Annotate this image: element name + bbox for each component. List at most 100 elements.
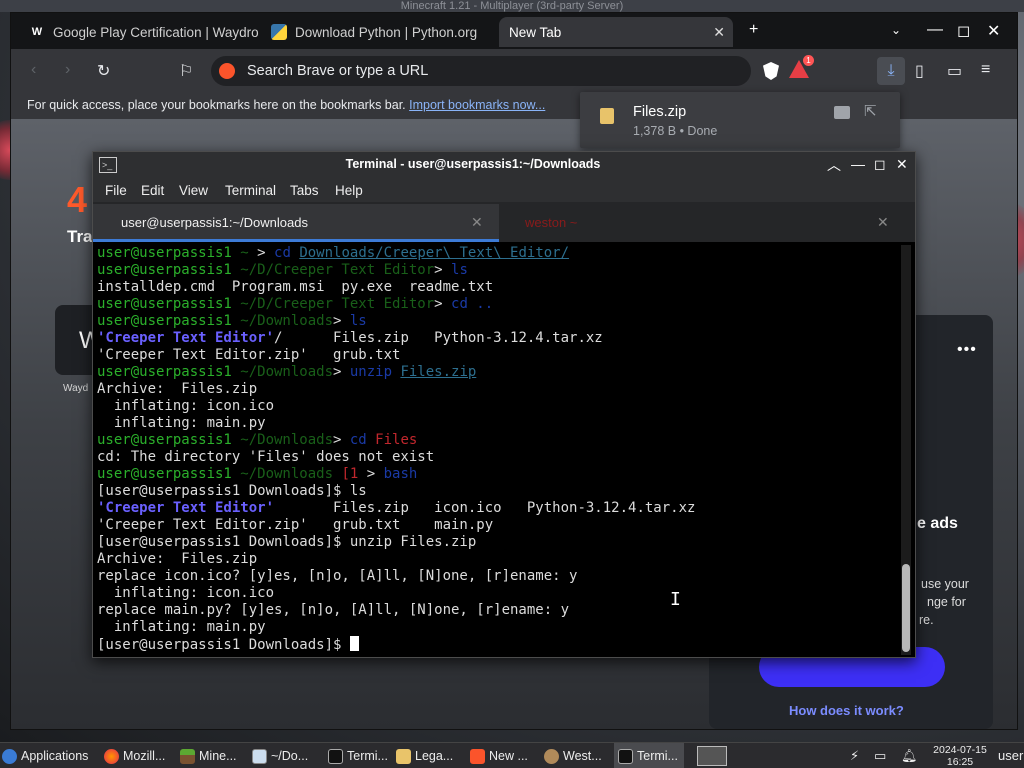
- terminal-scrollbar-thumb[interactable]: [902, 564, 910, 652]
- terminal-text-segment: cd: [349, 432, 376, 448]
- taskbar-item-terminal-active[interactable]: Termi...: [614, 743, 684, 768]
- browser-tab-google-play[interactable]: W Google Play Certification | Waydro: [19, 17, 259, 47]
- taskbar-item-firefox[interactable]: Mozill...: [104, 743, 165, 768]
- more-options-icon[interactable]: •••: [957, 341, 977, 359]
- partial-heading: 4: [67, 179, 88, 220]
- menu-icon[interactable]: ≡: [981, 61, 990, 79]
- taskbar-item-terminal-group[interactable]: Termi...: [328, 743, 388, 768]
- terminal-line: [user@userpassis1 Downloads]$ ls: [97, 483, 897, 500]
- terminal-line: user@userpassis1 ~/Downloads [1 > bash: [97, 466, 897, 483]
- terminal-text-segment: user@userpassis1: [97, 432, 232, 448]
- minecraft-icon: [180, 748, 195, 764]
- close-terminal-tab-icon[interactable]: ✕: [877, 214, 889, 231]
- terminal-text-segment: user@userpassis1: [97, 466, 232, 482]
- taskbar-item-legacy[interactable]: Lega...: [396, 743, 453, 768]
- clock-time: 16:25: [946, 756, 974, 768]
- menu-edit[interactable]: Edit: [141, 183, 164, 198]
- terminal-line: 'Creeper Text Editor'/ Files.zip Python-…: [97, 330, 897, 347]
- terminal-line: cd: The directory 'Files' does not exist: [97, 449, 897, 466]
- zip-file-icon: [600, 108, 614, 124]
- terminal-line: Archive: Files.zip: [97, 551, 897, 568]
- terminal-line: 'Creeper Text Editor.zip' grub.txt: [97, 347, 897, 364]
- menu-view[interactable]: View: [179, 183, 208, 198]
- battery-icon[interactable]: ▭: [874, 748, 886, 764]
- terminal-tab-label: weston ~: [525, 215, 578, 230]
- tab-search-chevron-icon[interactable]: ⌄: [891, 23, 901, 37]
- brave-shields-icon[interactable]: [763, 62, 779, 80]
- menu-help[interactable]: Help: [335, 183, 363, 198]
- reload-icon[interactable]: ↻: [97, 61, 110, 81]
- address-bar[interactable]: Search Brave or type a URL: [211, 56, 751, 86]
- terminal-output[interactable]: user@userpassis1 ~ > cd Downloads/Creepe…: [97, 245, 897, 655]
- taskbar-label: Mozill...: [123, 749, 166, 763]
- back-icon[interactable]: ‹: [31, 61, 36, 79]
- terminal-text-segment: ~/Downloads: [231, 466, 342, 482]
- taskbar-item-editor[interactable]: ~/Do...: [252, 743, 308, 768]
- bookmark-icon[interactable]: ⚐: [179, 61, 193, 81]
- import-bookmarks-link[interactable]: Import bookmarks now...: [409, 98, 545, 112]
- network-disconnected-icon[interactable]: ⚡: [850, 748, 859, 764]
- clock[interactable]: 2024-07-15 16:25: [930, 744, 990, 768]
- terminal-text-segment: 'Creeper Text Editor': [97, 500, 275, 516]
- terminal-tab-weston[interactable]: weston ~ ✕: [499, 204, 915, 242]
- taskbar-label: Lega...: [415, 749, 454, 763]
- terminal-text-segment: 'Creeper Text Editor.zip' grub.txt: [97, 347, 401, 363]
- terminal-titlebar[interactable]: >_ Terminal - user@userpassis1:~/Downloa…: [93, 152, 915, 178]
- close-window-icon[interactable]: ✕: [987, 21, 1000, 41]
- partial-subheading: Tra: [67, 227, 93, 246]
- browser-tab-new-tab[interactable]: New Tab ✕: [499, 17, 733, 47]
- background-window-title: Minecraft 1.21 - Multiplayer (3rd-party …: [400, 0, 624, 12]
- weston-icon: [544, 748, 559, 764]
- menu-file[interactable]: File: [105, 183, 127, 198]
- close-tab-icon[interactable]: ✕: [713, 24, 725, 41]
- terminal-text-segment: >: [257, 245, 275, 261]
- terminal-text-segment: inflating: main.py: [97, 619, 266, 635]
- notifications-bell-icon[interactable]: 🔔︎: [901, 748, 918, 764]
- rewards-panel-text-3: re.: [919, 613, 934, 627]
- terminal-line: user@userpassis1 ~/Downloads> cd Files: [97, 432, 897, 449]
- menu-tabs[interactable]: Tabs: [290, 183, 319, 198]
- taskbar-item-minecraft[interactable]: Mine...: [180, 743, 237, 768]
- user-menu[interactable]: user: [998, 748, 1023, 763]
- terminal-minimize-icon[interactable]: —: [851, 156, 865, 172]
- terminal-text-segment: [user@userpassis1 Downloads]$ ls: [97, 483, 367, 499]
- browser-tab-python[interactable]: Download Python | Python.org: [261, 17, 501, 47]
- terminal-maximize-icon[interactable]: ◻: [874, 156, 886, 173]
- workspace-switcher[interactable]: [697, 746, 727, 766]
- taskbar-item-brave[interactable]: New ...: [470, 743, 528, 768]
- maximize-icon[interactable]: ◻: [957, 21, 970, 41]
- sidebar-icon[interactable]: ▯: [915, 61, 924, 81]
- terminal-line: inflating: main.py: [97, 619, 897, 636]
- terminal-text-segment: [user@userpassis1 Downloads]$: [97, 637, 350, 653]
- address-bar-placeholder: Search Brave or type a URL: [247, 63, 429, 79]
- menu-terminal[interactable]: Terminal: [225, 183, 276, 198]
- how-does-it-work-link[interactable]: How does it work?: [789, 703, 904, 718]
- download-item-popup[interactable]: Files.zip 1,378 B • Done ⇱: [580, 92, 900, 148]
- close-terminal-tab-icon[interactable]: ✕: [471, 214, 483, 231]
- minimize-icon[interactable]: —: [927, 21, 943, 39]
- terminal-text-segment: 'Creeper Text Editor.zip' grub.txt main.…: [97, 517, 494, 533]
- terminal-text-segment: bash: [383, 466, 418, 482]
- firefox-icon: [104, 748, 119, 764]
- downloads-icon[interactable]: ⤓: [877, 57, 905, 85]
- terminal-line: user@userpassis1 ~/Downloads> ls: [97, 313, 897, 330]
- terminal-text-segment: Archive: Files.zip: [97, 551, 258, 567]
- terminal-tab-bar: user@userpassis1:~/Downloads ✕ weston ~ …: [93, 202, 915, 242]
- download-filename: Files.zip: [633, 104, 687, 120]
- forward-icon[interactable]: ›: [65, 61, 70, 79]
- text-cursor-icon: I: [670, 589, 681, 610]
- taskbar-item-weston[interactable]: West...: [544, 743, 602, 768]
- wallet-icon[interactable]: ▭: [947, 61, 962, 81]
- terminal-tab-downloads[interactable]: user@userpassis1:~/Downloads ✕: [93, 204, 499, 242]
- new-tab-button[interactable]: +: [749, 21, 758, 39]
- terminal-close-icon[interactable]: ✕: [896, 156, 908, 173]
- open-external-icon[interactable]: ⇱: [864, 102, 877, 120]
- editor-icon: [252, 748, 267, 764]
- chevron-up-icon[interactable]: ︿: [827, 155, 841, 175]
- show-in-folder-icon[interactable]: [834, 106, 850, 119]
- terminal-text-segment: replace main.py? [y]es, [n]o, [A]ll, [N]…: [97, 602, 570, 618]
- browser-tab-label: Download Python | Python.org: [295, 24, 478, 40]
- terminal-text-segment: user@userpassis1: [97, 245, 232, 261]
- taskbar-label: Termi...: [347, 749, 388, 763]
- applications-menu[interactable]: Applications: [2, 743, 88, 768]
